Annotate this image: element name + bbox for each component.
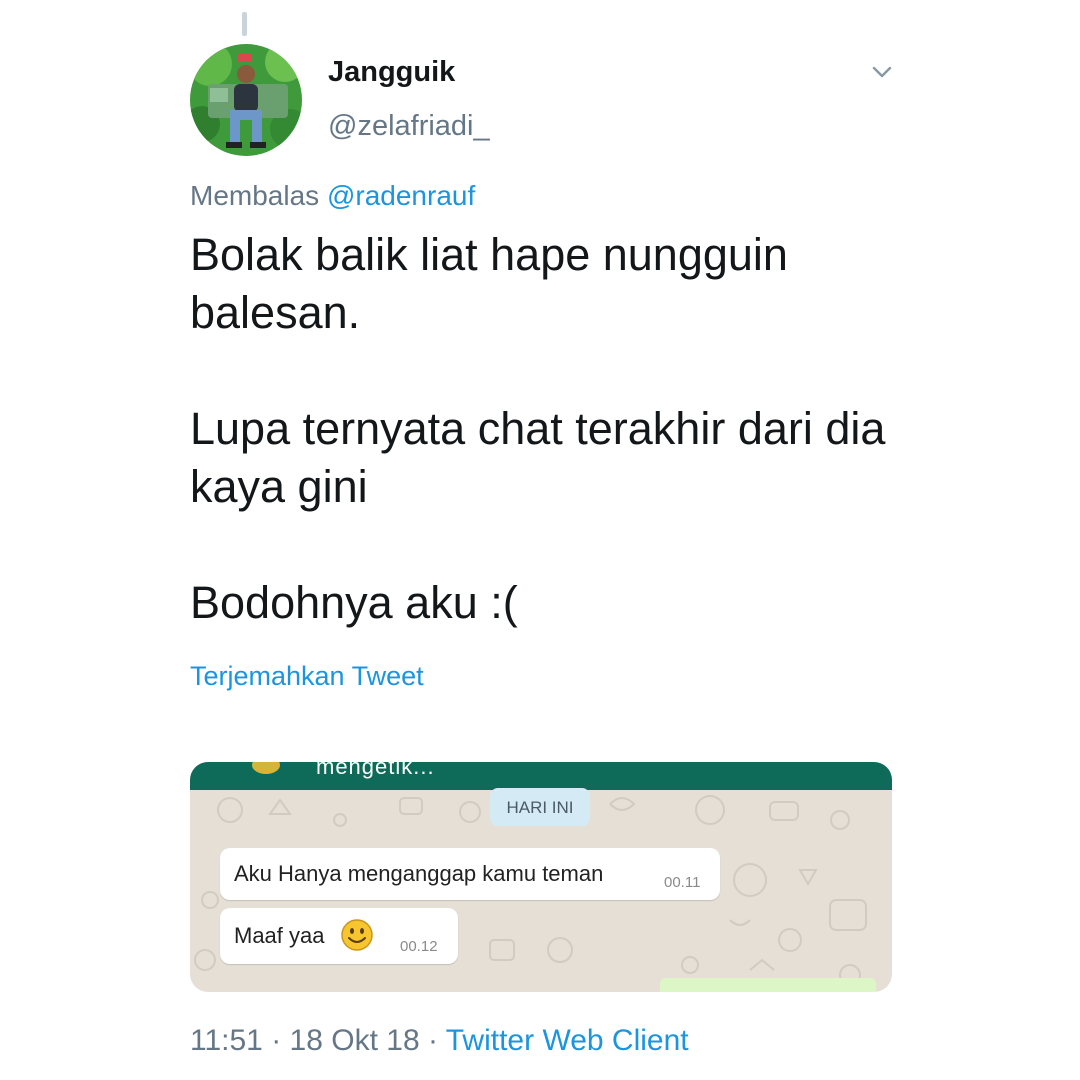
tweet-date[interactable]: 18 Okt 18 — [290, 1024, 420, 1057]
chat-header-bar: mengetik... — [190, 762, 892, 790]
reply-mention-link[interactable]: @radenrauf — [327, 180, 475, 211]
outgoing-bubble-edge — [660, 978, 876, 992]
translate-tweet-link[interactable]: Terjemahkan Tweet — [190, 661, 424, 692]
tweet-time[interactable]: 11:51 — [190, 1024, 263, 1057]
chat-header-emoji-icon — [252, 762, 280, 774]
chat-message-text: Maaf yaa — [234, 923, 325, 948]
user-handle[interactable]: @zelafriadi_ — [328, 110, 490, 143]
tweet-meta: 11:51 · 18 Okt 18 · Twitter Web Client — [190, 1024, 689, 1058]
chat-message-time: 00.12 — [400, 938, 438, 955]
avatar-photo — [190, 44, 302, 156]
tweet-text-paragraph-3: Bodohnya aku :( — [190, 577, 518, 628]
replying-to: Membalas @radenrauf — [190, 180, 475, 212]
meta-separator: · — [427, 1024, 438, 1057]
tweet-text: Bolak balik liat hape nungguin balesan. … — [190, 226, 890, 632]
tweet-media-image[interactable]: mengetik... HARI INI Aku Hanya mengangga… — [190, 762, 892, 992]
meta-separator: · — [271, 1024, 282, 1057]
chat-message-bubble: Aku Hanya menganggap kamu teman 00.11 — [220, 848, 720, 900]
chat-message-time: 00.11 — [664, 874, 701, 891]
tweet-text-paragraph-2: Lupa ternyata chat terakhir dari dia kay… — [190, 403, 886, 512]
chat-message-text: Aku Hanya menganggap kamu teman — [234, 861, 604, 886]
tweet-text-paragraph-1: Bolak balik liat hape nungguin balesan. — [190, 229, 788, 338]
tweet-page: Jangguik @zelafriadi_ Membalas @radenrau… — [0, 0, 1080, 1080]
chat-typing-status: mengetik... — [316, 762, 435, 779]
chat-message-bubble: Maaf yaa 00.12 — [220, 908, 458, 964]
chat-date-chip: HARI INI — [490, 788, 590, 826]
avatar[interactable] — [190, 44, 302, 156]
chevron-down-icon[interactable] — [868, 58, 896, 86]
smiley-icon — [341, 919, 373, 951]
tweet-source-link[interactable]: Twitter Web Client — [446, 1024, 689, 1057]
thread-connector-line — [242, 12, 247, 36]
replying-to-prefix: Membalas — [190, 180, 320, 211]
display-name[interactable]: Jangguik — [328, 56, 455, 89]
